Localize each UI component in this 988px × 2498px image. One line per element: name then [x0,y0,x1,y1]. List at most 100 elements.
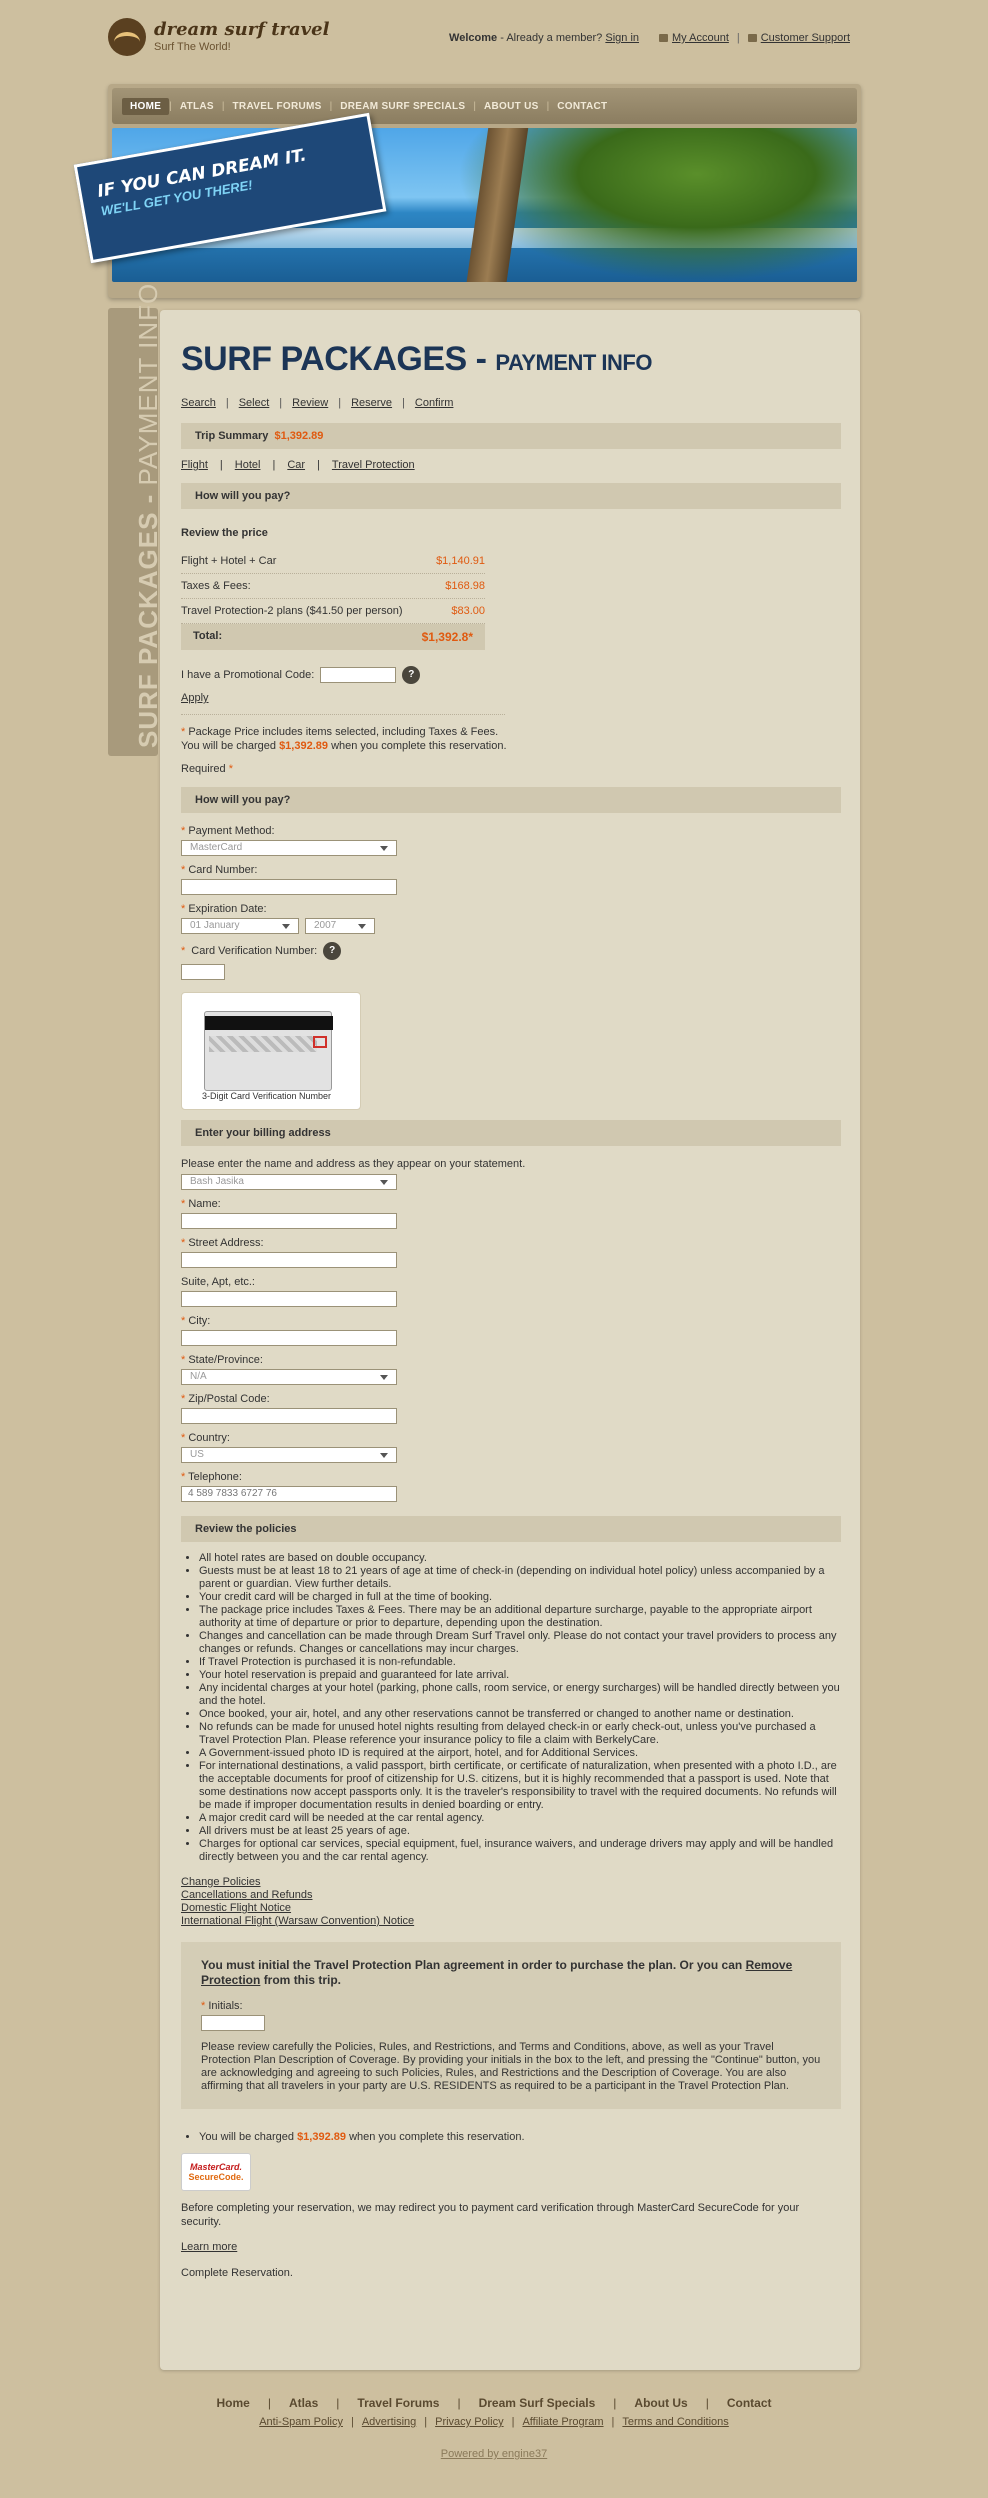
link-hotel[interactable]: Hotel [235,459,261,471]
footer-atlas[interactable]: Atlas [289,2396,318,2410]
policy-item: If Travel Protection is purchased it is … [199,1656,841,1669]
affiliate-link[interactable]: Affiliate Program [522,2416,603,2428]
cancellations-link[interactable]: Cancellations and Refunds [181,1889,841,1902]
protection-text: Please review carefully the Policies, Ru… [201,2041,821,2092]
cvv-help-icon[interactable]: ? [323,942,342,960]
price-table: Flight + Hotel + Car $1,140.91 Taxes & Fe… [181,549,485,650]
policy-item: Changes and cancellation can be made thr… [199,1630,841,1656]
content: SURF PACKAGES - PAYMENT INFO Search | Sel… [181,340,841,2279]
nav-dream-surf-specials[interactable]: DREAM SURF SPECIALS [332,98,473,115]
policy-item: The package price includes Taxes & Fees.… [199,1604,841,1630]
name-label: Name: [188,1198,221,1210]
apply-promo-link[interactable]: Apply [181,692,209,704]
initials-label: Initials: [208,2000,243,2012]
nav-travel-forums[interactable]: TRAVEL FORUMS [225,98,330,115]
trip-summary-amount: $1,392.89 [274,430,324,442]
complete-reservation[interactable]: Complete Reservation. [181,2267,841,2279]
expiration-label: Expiration Date: [188,903,267,915]
mastercard-securecode-logo: MasterCard. SecureCode. [181,2153,251,2191]
policy-item: Your hotel reservation is prepaid and gu… [199,1669,841,1682]
secure-text: Before completing your reservation, we m… [181,2202,800,2228]
learn-more-link[interactable]: Learn more [181,2241,237,2253]
final-charge-note: You will be charged $1,392.89 when you c… [199,2131,841,2143]
advertising-link[interactable]: Advertising [362,2416,416,2428]
logo[interactable]: dream surf travel Surf The World! [108,18,329,56]
terms-link[interactable]: Terms and Conditions [622,2416,728,2428]
footer-specials[interactable]: Dream Surf Specials [479,2396,596,2410]
nav-atlas[interactable]: ATLAS [172,98,222,115]
promo-label: I have a Promotional Code: [181,669,315,681]
step-review[interactable]: Review [292,397,328,409]
cvv-input[interactable] [181,964,225,980]
anti-spam-link[interactable]: Anti-Spam Policy [259,2416,343,2428]
phone-input[interactable]: 4 589 7833 6727 76 [181,1486,397,1502]
domestic-flight-link[interactable]: Domestic Flight Notice [181,1902,841,1915]
saved-name-select[interactable]: Bash Jasika [181,1174,397,1190]
name-input[interactable] [181,1213,397,1229]
trip-summary-links: Flight | Hotel | Car | Travel Protection [181,459,415,471]
welcome-text: Welcome [449,32,498,44]
nav-about-us[interactable]: ABOUT US [476,98,547,115]
page-title: SURF PACKAGES - PAYMENT INFO [181,340,652,378]
link-car[interactable]: Car [287,459,305,471]
signin-link[interactable]: Sign in [605,32,639,44]
promo-code-input[interactable] [320,667,397,683]
cvv-caption: 3-Digit Card Verification Number [202,1091,332,1101]
footer-nav: Home | Atlas | Travel Forums | Dream Surf S… [216,2396,772,2410]
city-input[interactable] [181,1330,397,1346]
policy-item: Once booked, your air, hotel, and any ot… [199,1708,841,1721]
link-travel-protection[interactable]: Travel Protection [332,459,415,471]
card-number-input[interactable] [181,879,397,895]
privacy-link[interactable]: Privacy Policy [435,2416,503,2428]
policy-item: Guests must be at least 18 to 21 years o… [199,1565,841,1591]
footer-about[interactable]: About Us [634,2396,687,2410]
state-select[interactable]: N/A [181,1369,397,1385]
cvv-label: Card Verification Number: [191,945,318,957]
help-icon[interactable]: ? [402,666,421,684]
payment-method-select[interactable]: MasterCard [181,840,397,856]
credit-card-back-icon [204,1011,333,1091]
exp-year-select[interactable]: 2007 [305,918,375,934]
how-pay-header: How will you pay? [181,483,841,509]
change-policies-link[interactable]: Change Policies [181,1876,841,1889]
step-confirm[interactable]: Confirm [415,397,454,409]
price-row: Flight + Hotel + Car $1,140.91 [181,549,485,574]
customer-support-link[interactable]: Customer Support [761,32,850,44]
nav-home[interactable]: HOME [122,97,170,115]
payment-method-label: Payment Method: [188,825,275,837]
brand-name: dream surf travel [154,19,330,40]
brand-tagline: Surf The World! [154,41,231,53]
step-search[interactable]: Search [181,397,216,409]
footer-home[interactable]: Home [216,2396,249,2410]
exp-month-select[interactable]: 01 January [181,918,299,934]
step-reserve[interactable]: Reserve [351,397,392,409]
suite-label: Suite, Apt, etc.: [181,1276,255,1288]
phone-label: Telephone: [188,1471,242,1483]
billing-intro: Please enter the name and address as the… [181,1158,526,1170]
card-number-label: Card Number: [188,864,258,876]
powered-by-link[interactable]: Powered by engine37 [441,2448,547,2460]
billing-header: Enter your billing address [181,1120,841,1146]
step-select[interactable]: Select [239,397,270,409]
protection-heading: You must initial the Travel Protection P… [201,1958,793,1987]
nav-contact[interactable]: CONTACT [549,98,615,115]
policy-item: Any incidental charges at your hotel (pa… [199,1682,841,1708]
link-flight[interactable]: Flight [181,459,208,471]
initials-input[interactable] [201,2015,265,2031]
footer-contact[interactable]: Contact [727,2396,772,2410]
my-account-link[interactable]: My Account [672,32,729,44]
footer-travel-forums[interactable]: Travel Forums [357,2396,439,2410]
country-select[interactable]: US [181,1447,397,1463]
travel-protection-box: You must initial the Travel Protection P… [181,1942,841,2109]
street-input[interactable] [181,1252,397,1268]
international-flight-link[interactable]: International Flight (Warsaw Convention)… [181,1915,841,1928]
account-icon [659,34,669,42]
required-note: Required * [181,763,233,775]
step-links: Search | Select | Review | Reserve | Confirm [181,397,454,409]
payment-header: How will you pay? [181,787,841,813]
policy-item: All hotel rates are based on double occu… [199,1552,841,1565]
suite-input[interactable] [181,1291,397,1307]
promo-row: I have a Promotional Code: ? [181,666,841,684]
policy-item: Charges for optional car services, speci… [199,1838,841,1864]
zip-input[interactable] [181,1408,397,1424]
